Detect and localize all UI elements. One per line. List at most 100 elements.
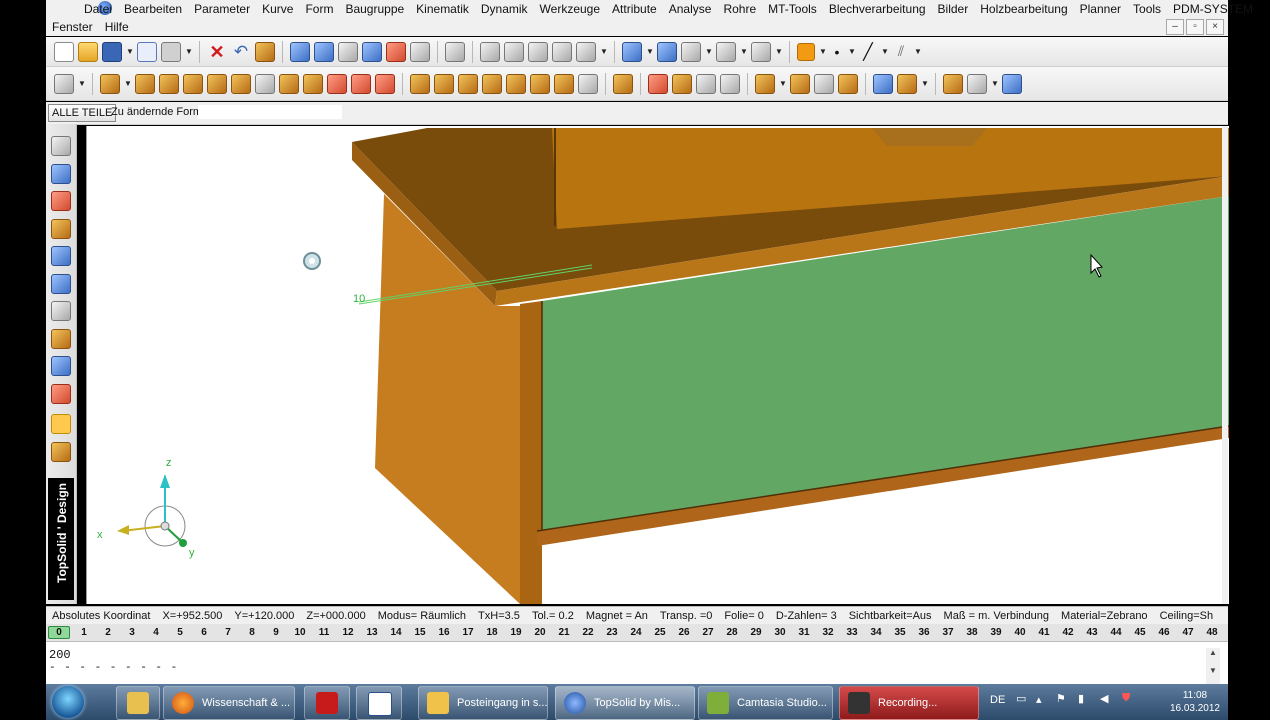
render-mode-icon[interactable] xyxy=(751,41,771,62)
keyboard-icon[interactable]: ▭ xyxy=(1016,692,1026,705)
status-ceiling[interactable]: Ceiling=Sh xyxy=(1160,610,1214,622)
chevron-down-icon[interactable]: ▼ xyxy=(78,79,86,88)
menu-mt-tools[interactable]: MT-Tools xyxy=(762,2,823,16)
new-file-icon[interactable] xyxy=(54,41,74,62)
menu-dynamik[interactable]: Dynamik xyxy=(475,2,534,16)
menu-pdm-system[interactable]: PDM-SYSTEM xyxy=(1167,2,1259,16)
layer-32[interactable]: 32 xyxy=(816,627,840,638)
measure-icon[interactable] xyxy=(314,41,334,62)
layer-25[interactable]: 25 xyxy=(648,627,672,638)
chevron-down-icon[interactable]: ▼ xyxy=(819,47,827,56)
minimize-button[interactable]: – xyxy=(1166,19,1184,35)
layer-44[interactable]: 44 xyxy=(1104,627,1128,638)
status-layer[interactable]: Folie= 0 xyxy=(724,610,763,622)
menu-datei[interactable]: Datei xyxy=(78,2,118,16)
edge-icon[interactable] xyxy=(434,73,454,94)
shield-icon[interactable]: ⛊ xyxy=(1122,692,1130,705)
select-icon[interactable] xyxy=(445,41,465,62)
edge-icon[interactable] xyxy=(458,73,478,94)
command-value[interactable]: 200 xyxy=(49,648,71,662)
link-icon[interactable] xyxy=(410,41,430,62)
layer-15[interactable]: 15 xyxy=(408,627,432,638)
menu-hilfe[interactable]: Hilfe xyxy=(99,20,135,34)
trim-icon[interactable] xyxy=(480,41,500,62)
command-area[interactable]: 200 - - - - - - - - - ▲ ▼ xyxy=(46,642,1228,684)
zoom-fit-icon[interactable] xyxy=(657,41,677,62)
edge-icon[interactable] xyxy=(554,73,574,94)
delete-icon[interactable]: ✕ xyxy=(207,42,227,62)
chevron-down-icon[interactable]: ▼ xyxy=(705,47,713,56)
chevron-down-icon[interactable]: ▼ xyxy=(881,47,889,56)
line-style-icon[interactable]: ╱ xyxy=(859,42,877,62)
layer-45[interactable]: 45 xyxy=(1128,627,1152,638)
menu-kinematik[interactable]: Kinematik xyxy=(410,2,475,16)
layer-19[interactable]: 19 xyxy=(504,627,528,638)
planner-icon[interactable] xyxy=(943,73,963,94)
layer-16[interactable]: 16 xyxy=(432,627,456,638)
chevron-down-icon[interactable]: ▼ xyxy=(124,79,132,88)
taskbar-recording[interactable]: Recording... xyxy=(839,686,979,720)
layer-46[interactable]: 46 xyxy=(1152,627,1176,638)
eraser-icon[interactable] xyxy=(255,41,275,62)
edge-icon[interactable] xyxy=(482,73,502,94)
layer-28[interactable]: 28 xyxy=(720,627,744,638)
fitting-icon[interactable] xyxy=(790,73,810,94)
command-scrollbar[interactable]: ▲ ▼ xyxy=(1206,648,1220,684)
material-icon[interactable] xyxy=(720,73,740,94)
edge-icon[interactable] xyxy=(410,73,430,94)
layer-7[interactable]: 7 xyxy=(216,627,240,638)
restore-button[interactable]: ▫ xyxy=(1186,19,1204,35)
layer-1[interactable]: 1 xyxy=(72,627,96,638)
drawing-icon[interactable] xyxy=(967,73,987,94)
menu-attribute[interactable]: Attribute xyxy=(606,2,663,16)
layer-4[interactable]: 4 xyxy=(144,627,168,638)
status-magnet[interactable]: Magnet = An xyxy=(586,610,648,622)
menu-rohre[interactable]: Rohre xyxy=(717,2,762,16)
panel-icon[interactable] xyxy=(100,73,120,94)
print-icon[interactable] xyxy=(161,41,181,62)
layer-37[interactable]: 37 xyxy=(936,627,960,638)
chevron-down-icon[interactable]: ▼ xyxy=(848,47,856,56)
board-icon[interactable] xyxy=(303,73,323,94)
taskbar-explorer[interactable] xyxy=(116,686,160,720)
start-button[interactable] xyxy=(52,686,84,718)
taskbar-notes[interactable] xyxy=(356,686,402,720)
network-icon[interactable]: ▮ xyxy=(1078,692,1084,705)
drawer-icon[interactable] xyxy=(351,73,371,94)
layer-18[interactable]: 18 xyxy=(480,627,504,638)
material-icon[interactable] xyxy=(648,73,668,94)
taskbar-firefox[interactable]: Wissenschaft & ... xyxy=(163,686,295,720)
color-swatch-icon[interactable] xyxy=(797,42,815,61)
layer-42[interactable]: 42 xyxy=(1056,627,1080,638)
menu-holzbearbeitung[interactable]: Holzbearbeitung xyxy=(974,2,1073,16)
layer-43[interactable]: 43 xyxy=(1080,627,1104,638)
menu-tools[interactable]: Tools xyxy=(1127,2,1167,16)
layer-31[interactable]: 31 xyxy=(792,627,816,638)
material-icon[interactable] xyxy=(696,73,716,94)
layer-21[interactable]: 21 xyxy=(552,627,576,638)
cube-icon[interactable] xyxy=(51,164,71,184)
edge-icon[interactable] xyxy=(506,73,526,94)
tool-icon[interactable] xyxy=(362,41,382,62)
text-icon[interactable] xyxy=(576,41,596,62)
menu-bilder[interactable]: Bilder xyxy=(932,2,975,16)
3d-viewport[interactable]: 10 z x y xyxy=(86,126,1229,604)
part-icon[interactable] xyxy=(54,73,74,94)
layer-27[interactable]: 27 xyxy=(696,627,720,638)
explode-icon[interactable] xyxy=(897,73,917,94)
target-icon[interactable] xyxy=(51,246,71,266)
close-button[interactable]: × xyxy=(1206,19,1224,35)
image-icon[interactable] xyxy=(51,384,71,404)
shape-icon[interactable] xyxy=(51,191,71,211)
list-icon[interactable] xyxy=(814,73,834,94)
status-decimals[interactable]: D-Zahlen= 3 xyxy=(776,610,837,622)
export-icon[interactable] xyxy=(1002,73,1022,94)
tools-icon[interactable] xyxy=(51,301,71,321)
dimension-label[interactable]: 10 xyxy=(353,293,365,305)
taskbar-filezilla[interactable] xyxy=(304,686,350,720)
layer-11[interactable]: 11 xyxy=(312,627,336,638)
drawer-icon[interactable] xyxy=(327,73,347,94)
layer-2[interactable]: 2 xyxy=(96,627,120,638)
layer-30[interactable]: 30 xyxy=(768,627,792,638)
status-coordinate-mode[interactable]: Absolutes Koordinat xyxy=(52,610,150,622)
